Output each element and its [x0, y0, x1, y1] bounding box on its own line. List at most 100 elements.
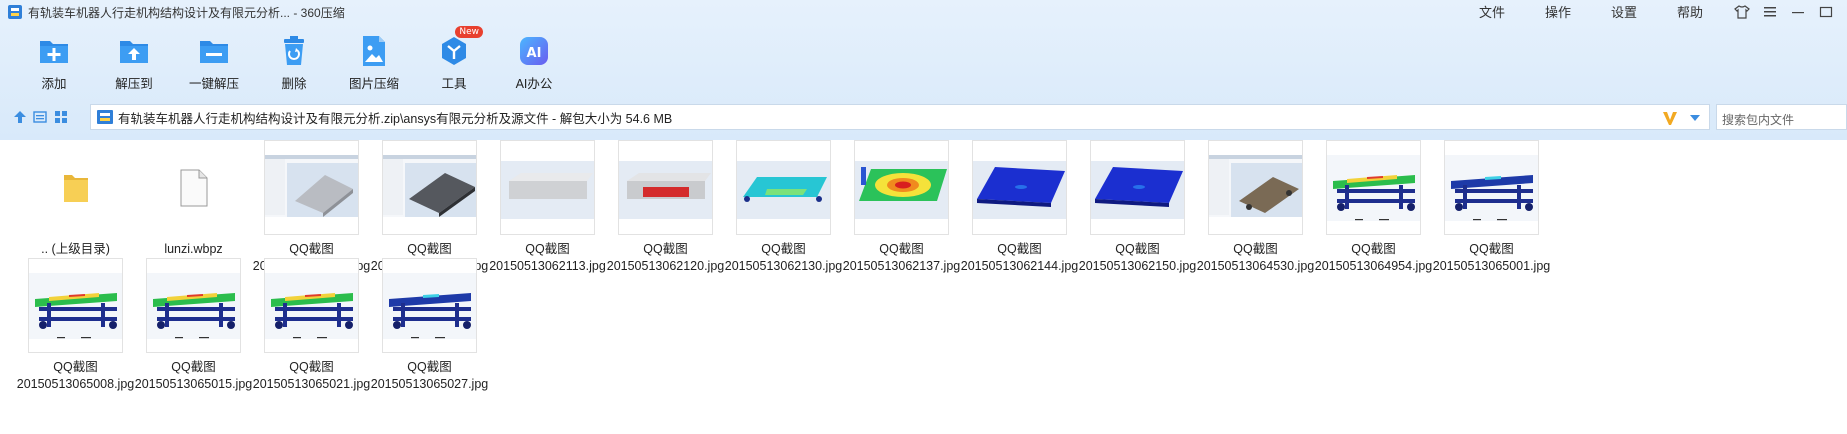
maximize-icon[interactable]	[1817, 3, 1835, 21]
file-name: QQ截图 20150513062120.jpg	[607, 241, 724, 275]
file-name-line1: QQ截图	[997, 242, 1042, 256]
tools-icon: New	[437, 26, 483, 68]
image-thumbnail	[618, 140, 713, 235]
file-name-line1: QQ截图	[1469, 242, 1514, 256]
file-name: QQ截图 20150513062137.jpg	[843, 241, 960, 275]
zip-file-icon	[97, 110, 113, 124]
file-name-line1: QQ截图	[289, 242, 334, 256]
file-grid: .. (上级目录)lunzi.wbpzQQ截图20150513061237.jp…	[0, 140, 1847, 434]
file-name-line2: 20150513062137.jpg	[842, 259, 961, 273]
address-bar[interactable]: 有轨装车机器人行走机构结构设计及有限元分析.zip\ansys有限元分析及源文件…	[90, 104, 1710, 130]
file-name-line2: 20150513062120.jpg	[606, 259, 725, 273]
file-name-line2: 20150513065021.jpg	[252, 377, 371, 391]
image-thumbnail	[1444, 140, 1539, 235]
file-name-line1: QQ截图	[171, 360, 216, 374]
menu-operate[interactable]: 操作	[1545, 2, 1571, 21]
image-thumbnail	[500, 140, 595, 235]
tools-button[interactable]: New 工具	[414, 26, 494, 92]
add-button[interactable]: 添加	[14, 30, 94, 92]
file-name: QQ截图 20150513062130.jpg	[725, 241, 842, 275]
file-name-line1: .. (上级目录)	[41, 242, 110, 256]
file-name: .. (上级目录)	[41, 241, 110, 258]
file-name: QQ截图 20150513062144.jpg	[961, 241, 1078, 275]
app-logo-icon	[8, 5, 22, 19]
file-name: QQ截图 20150513064954.jpg	[1315, 241, 1432, 275]
file-name-line1: QQ截图	[1233, 242, 1278, 256]
file-name-line2: 20150513062130.jpg	[724, 259, 843, 273]
file-name-line2: 20150513064954.jpg	[1314, 259, 1433, 273]
list-view-icon[interactable]	[32, 109, 48, 125]
menu-help[interactable]: 帮助	[1677, 2, 1703, 21]
file-name-line2: 20150513064530.jpg	[1196, 259, 1315, 273]
file-name: QQ截图 20150513065008.jpg	[17, 359, 134, 393]
file-name-line2: 20150513065001.jpg	[1432, 259, 1551, 273]
svg-text:AI: AI	[527, 46, 542, 61]
one-click-extract-icon	[197, 34, 231, 68]
address-row: 有轨装车机器人行走机构结构设计及有限元分析.zip\ansys有限元分析及源文件…	[0, 102, 1847, 132]
file-name-line1: QQ截图	[407, 242, 452, 256]
image-thumbnail	[854, 140, 949, 235]
image-compress-button[interactable]: 图片压缩	[334, 30, 414, 92]
file-name-line1: QQ截图	[53, 360, 98, 374]
image-thumbnail	[264, 258, 359, 353]
menu-icon[interactable]	[1761, 3, 1779, 21]
file-name-line2: 20150513065027.jpg	[370, 377, 489, 391]
image-thumbnail	[146, 258, 241, 353]
add-icon	[37, 34, 71, 68]
file-item[interactable]: QQ截图 20150513065027.jpg	[360, 258, 499, 393]
menu-settings[interactable]: 设置	[1611, 2, 1637, 21]
extract-to-icon	[117, 34, 151, 68]
image-thumbnail	[1326, 140, 1421, 235]
up-arrow-icon[interactable]	[12, 109, 28, 125]
image-thumbnail	[264, 140, 359, 235]
image-thumbnail	[736, 140, 831, 235]
extract-to-button[interactable]: 解压到	[94, 30, 174, 92]
menu-file[interactable]: 文件	[1479, 2, 1505, 21]
file-name-line1: QQ截图	[643, 242, 688, 256]
file-name-line1: QQ截图	[407, 360, 452, 374]
file-name-line1: QQ截图	[761, 242, 806, 256]
image-thumbnail	[1208, 140, 1303, 235]
file-name-line1: QQ截图	[1351, 242, 1396, 256]
minimize-icon[interactable]	[1789, 3, 1807, 21]
v-logo-icon[interactable]	[1661, 109, 1679, 127]
file-name-line2: 20150513065015.jpg	[134, 377, 253, 391]
window-title: 有轨装车机器人行走机构结构设计及有限元分析... - 360压缩	[28, 6, 345, 20]
delete-button[interactable]: 删除	[254, 30, 334, 92]
ai-office-button[interactable]: AI AI办公	[494, 30, 574, 92]
delete-icon	[277, 34, 311, 68]
file-name-line1: QQ截图	[289, 360, 334, 374]
file-name: QQ截图 20150513064530.jpg	[1197, 241, 1314, 275]
image-thumbnail	[1090, 140, 1185, 235]
thumbnail-view-icon[interactable]	[53, 109, 69, 125]
folder-icon	[28, 140, 123, 235]
file-name-line2: 20150513065008.jpg	[16, 377, 135, 391]
skin-icon[interactable]	[1733, 3, 1751, 21]
file-name-line1: QQ截图	[1115, 242, 1160, 256]
file-name: QQ截图 20150513065021.jpg	[253, 359, 370, 393]
file-name: QQ截图 20150513065001.jpg	[1433, 241, 1550, 275]
top-panel: 有轨装车机器人行走机构结构设计及有限元分析... - 360压缩 文件 操作 设…	[0, 0, 1847, 140]
one-click-extract-button[interactable]: 一键解压	[174, 30, 254, 92]
file-icon	[146, 140, 241, 235]
file-name-line1: QQ截图	[525, 242, 570, 256]
image-thumbnail	[972, 140, 1067, 235]
file-name: lunzi.wbpz	[164, 241, 222, 258]
menu-bar: 文件 操作 设置 帮助	[1479, 2, 1835, 21]
search-input[interactable]: 搜索包内文件	[1716, 104, 1847, 130]
file-name-line2: 20150513062144.jpg	[960, 259, 1079, 273]
image-thumbnail	[382, 258, 477, 353]
file-item[interactable]: QQ截图 20150513065001.jpg	[1422, 140, 1561, 275]
file-name-line2: 20150513062150.jpg	[1078, 259, 1197, 273]
ai-office-icon: AI	[517, 34, 551, 68]
chevron-down-icon[interactable]	[1689, 113, 1701, 123]
new-badge: New	[455, 26, 483, 38]
file-name: QQ截图 20150513065027.jpg	[371, 359, 488, 393]
file-name-line1: QQ截图	[879, 242, 924, 256]
file-name: QQ截图 20150513065015.jpg	[135, 359, 252, 393]
image-thumbnail	[382, 140, 477, 235]
image-thumbnail	[28, 258, 123, 353]
file-name: QQ截图 20150513062150.jpg	[1079, 241, 1196, 275]
toolbar: 添加 解压到 一键解压 删除 图片压缩 New 工具 AI AI办公	[14, 26, 574, 92]
address-path: 有轨装车机器人行走机构结构设计及有限元分析.zip\ansys有限元分析及源文件…	[118, 111, 673, 126]
